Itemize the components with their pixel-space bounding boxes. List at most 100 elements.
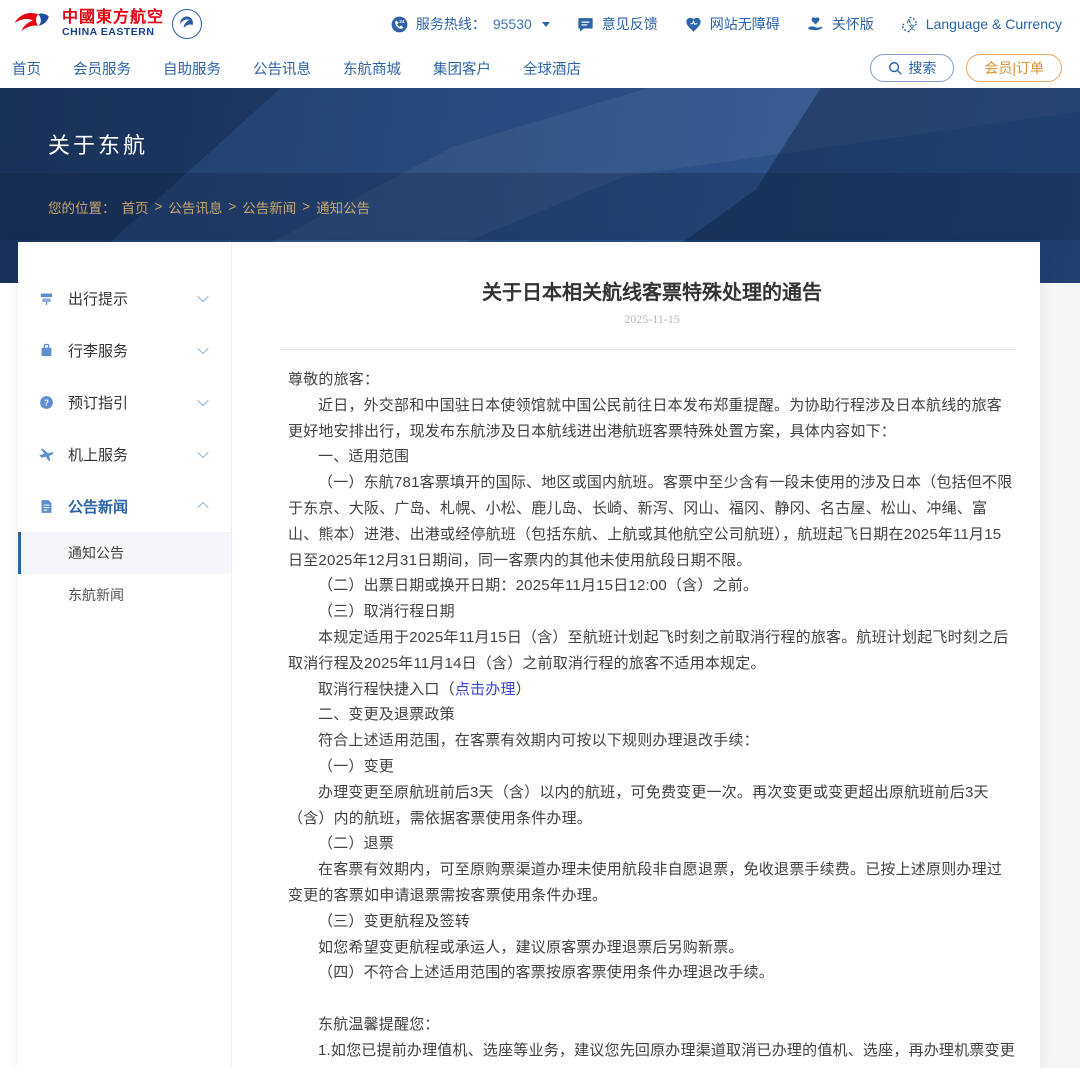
booking-guide-icon: ? (38, 394, 55, 411)
title-divider (280, 349, 1016, 350)
brand-logo[interactable]: 中國東方航空 CHINA EASTERN (12, 9, 202, 39)
breadcrumb-bar: 您的位置： 首页 > 公告讯息 > 公告新闻 > 通知公告 (0, 173, 1080, 240)
hotline-number: 95530 (493, 16, 532, 32)
sidebar-subitem-通知公告[interactable]: 通知公告 (18, 532, 231, 574)
topbar-link[interactable]: 意见反馈 (576, 14, 658, 34)
topbar-link-label: Language & Currency (926, 16, 1062, 32)
topbar-link[interactable]: A文Language & Currency (900, 15, 1062, 34)
article-paragraph: 办理变更至原航班前后3天（含）以内的航班，可免费变更一次。再次变更或变更超出原航… (288, 780, 1016, 832)
topbar-link[interactable]: 网站无障碍 (684, 14, 780, 34)
brand-name-cn: 中國東方航空 (62, 10, 164, 27)
topbar-link[interactable]: 关怀版 (806, 14, 874, 34)
article-paragraph: （三）变更航程及签转 (288, 909, 1016, 935)
nav-link[interactable]: 公告讯息 (253, 58, 311, 79)
breadcrumb-item[interactable]: 通知公告 (316, 197, 370, 217)
announcement-icon (38, 498, 55, 515)
paragraph-text: ） (516, 681, 531, 698)
topbar-link-label: 网站无障碍 (710, 14, 780, 34)
article-paragraph: （三）取消行程日期 (288, 599, 1016, 625)
travel-tips-icon (38, 290, 55, 307)
page-background-gutter (1040, 283, 1080, 1068)
article: 关于日本相关航线客票特殊处理的通告 2025-11-15 尊敬的旅客：近日，外交… (232, 242, 1040, 1068)
sidebar-item-公告新闻[interactable]: 公告新闻 (18, 480, 231, 532)
article-date: 2025-11-15 (288, 312, 1016, 327)
nav-link[interactable]: 会员服务 (73, 58, 131, 79)
hotline-caret-icon (542, 22, 550, 27)
main-nav-links: 首页 会员服务 自助服务 公告讯息 东航商城 集团客户 全球酒店 (12, 58, 581, 79)
paragraph-spacer (288, 986, 1016, 1012)
article-paragraph: （四）不符合上述适用范围的客票按原客票使用条件办理退改手续。 (288, 960, 1016, 986)
svg-text:24: 24 (399, 18, 405, 24)
breadcrumb-separator: > (155, 199, 163, 214)
nav-link[interactable]: 集团客户 (433, 58, 491, 79)
brand-name-en: CHINA EASTERN (62, 27, 164, 38)
nav-link[interactable]: 东航商城 (343, 58, 401, 79)
care-icon (806, 15, 825, 34)
nav-link[interactable]: 首页 (12, 58, 41, 79)
chevron-down-icon (197, 291, 208, 302)
chevron-down-icon (197, 395, 208, 406)
article-paragraph: 近日，外交部和中国驻日本使领馆就中国公民前往日本发布郑重提醒。为协助行程涉及日本… (288, 393, 1016, 445)
skyteam-logo-icon (172, 9, 202, 39)
breadcrumb-item[interactable]: 公告讯息 (168, 197, 222, 217)
phone-24-icon: 24 (390, 15, 409, 34)
breadcrumb-label: 您的位置： (48, 197, 116, 217)
top-utility-bar: 中國東方航空 CHINA EASTERN 24 服务热线： 95530 意见反馈 网… (0, 0, 1080, 48)
baggage-icon (38, 342, 55, 359)
chevron-up-icon (197, 502, 208, 513)
article-paragraph: 在客票有效期内，可至原购票渠道办理未使用航段非自愿退票，免收退票手续费。已按上述… (288, 857, 1016, 909)
accessibility-icon (684, 15, 703, 34)
sidebar-item-label: 公告新闻 (68, 496, 128, 517)
cancel-itinerary-link[interactable]: 点击办理 (455, 681, 516, 698)
sidebar-item-label: 出行提示 (68, 288, 128, 309)
breadcrumb-item[interactable]: 首页 (122, 197, 149, 217)
sidebar-item-label: 行李服务 (68, 340, 128, 361)
sidebar-item-行李服务[interactable]: 行李服务 (18, 324, 231, 376)
article-paragraph: 如您希望变更航程或承运人，建议原客票办理退票后另购新票。 (288, 935, 1016, 961)
chevron-down-icon (197, 343, 208, 354)
article-body: 尊敬的旅客：近日，外交部和中国驻日本使领馆就中国公民前往日本发布郑重提醒。为协助… (288, 367, 1016, 1068)
nav-link[interactable]: 全球酒店 (523, 58, 581, 79)
sidebar-item-出行提示[interactable]: 出行提示 (18, 272, 231, 324)
search-button[interactable]: 搜索 (870, 54, 954, 82)
breadcrumb-item[interactable]: 公告新闻 (242, 197, 296, 217)
sidebar-item-机上服务[interactable]: 机上服务 (18, 428, 231, 480)
member-orders-button[interactable]: 会员|订单 (966, 54, 1062, 82)
topbar-links: 24 服务热线：95530 意见反馈网站无障碍关怀版A文Language & C… (390, 14, 1062, 34)
article-paragraph: 东航温馨提醒您： (288, 1012, 1016, 1038)
nav-link[interactable]: 自助服务 (163, 58, 221, 79)
sidebar-subitem-label: 东航新闻 (68, 585, 124, 605)
hotline[interactable]: 24 服务热线： 95530 (390, 14, 550, 34)
topbar-link-label: 意见反馈 (602, 14, 658, 34)
article-paragraph: 尊敬的旅客： (288, 367, 1016, 393)
sidebar-item-label: 预订指引 (68, 392, 128, 413)
inflight-icon (38, 446, 55, 463)
hotline-label: 服务热线： (416, 14, 486, 34)
breadcrumb-separator: > (228, 199, 236, 214)
page-title: 关于东航 (48, 128, 148, 160)
article-title: 关于日本相关航线客票特殊处理的通告 (288, 276, 1016, 305)
breadcrumb: 您的位置： 首页 > 公告讯息 > 公告新闻 > 通知公告 (48, 197, 370, 217)
article-paragraph: 本规定适用于2025年11月15日（含）至航班计划起飞时刻之前取消行程的旅客。航… (288, 625, 1016, 677)
china-eastern-bird-icon (12, 9, 54, 39)
article-paragraph: （二）退票 (288, 831, 1016, 857)
article-paragraph: （一）变更 (288, 754, 1016, 780)
sidebar-item-预订指引[interactable]: ? 预订指引 (18, 376, 231, 428)
article-paragraph: （一）东航781客票填开的国际、地区或国内航班。客票中至少含有一段未使用的涉及日… (288, 470, 1016, 573)
paragraph-text: 取消行程快捷入口（ (318, 681, 455, 698)
svg-text:文: 文 (909, 22, 916, 31)
svg-text:?: ? (44, 398, 49, 407)
sidebar-subitem-东航新闻[interactable]: 东航新闻 (18, 574, 231, 616)
feedback-icon (576, 15, 595, 34)
article-paragraph: （二）出票日期或换开日期：2025年11月15日12:00（含）之前。 (288, 573, 1016, 599)
main-navbar: 首页 会员服务 自助服务 公告讯息 东航商城 集团客户 全球酒店 搜索 会员|订单 (0, 48, 1080, 88)
content-card: 出行提示行李服务? 预订指引机上服务公告新闻通知公告东航新闻 关于日本相关航线客票… (18, 242, 1040, 1068)
breadcrumb-separator: > (302, 199, 310, 214)
sidebar: 出行提示行李服务? 预订指引机上服务公告新闻通知公告东航新闻 (18, 242, 232, 1068)
search-button-label: 搜索 (908, 58, 936, 78)
nav-actions: 搜索 会员|订单 (870, 54, 1062, 82)
article-paragraph: 二、变更及退票政策 (288, 702, 1016, 728)
sidebar-item-label: 机上服务 (68, 444, 128, 465)
topbar-link-label: 关怀版 (832, 14, 874, 34)
search-icon (888, 61, 902, 75)
